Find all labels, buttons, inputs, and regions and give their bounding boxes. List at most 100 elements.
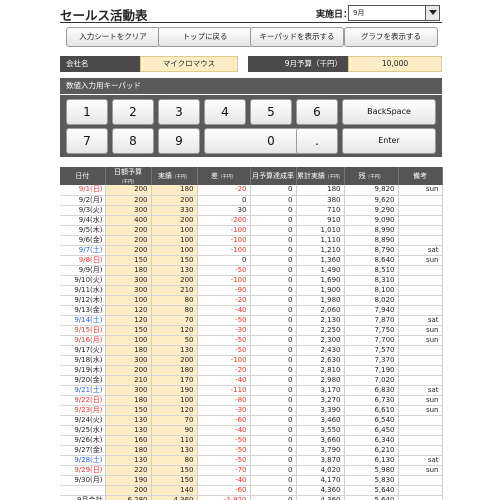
table-cell: 8,890 xyxy=(344,235,399,246)
table-cell[interactable]: 100 xyxy=(151,225,198,236)
month-select[interactable]: 9月 xyxy=(348,5,440,21)
table-cell[interactable]: 120 xyxy=(105,305,152,316)
table-cell[interactable]: 200 xyxy=(105,485,152,496)
table-cell: 9/18(水) xyxy=(60,355,106,366)
back-to-top-button[interactable]: トップに戻る xyxy=(158,27,252,47)
backspace-key[interactable]: BackSpace xyxy=(342,99,436,125)
table-cell[interactable]: 200 xyxy=(105,365,152,376)
table-cell[interactable]: 200 xyxy=(151,215,198,226)
table-cell[interactable]: 180 xyxy=(151,185,198,196)
table-cell[interactable]: 180 xyxy=(105,395,152,406)
table-cell[interactable]: 210 xyxy=(151,285,198,296)
table-cell[interactable]: 170 xyxy=(151,375,198,386)
table-cell[interactable]: 210 xyxy=(105,375,152,386)
table-cell[interactable]: 110 xyxy=(151,435,198,446)
table-cell[interactable]: 180 xyxy=(105,345,152,356)
table-cell: 0 xyxy=(250,285,297,296)
table-cell[interactable]: 100 xyxy=(151,245,198,256)
table-cell[interactable]: 200 xyxy=(151,355,198,366)
table-cell[interactable]: 200 xyxy=(151,195,198,206)
table-cell[interactable]: 100 xyxy=(105,335,152,346)
table-cell[interactable]: 6,280 xyxy=(105,494,152,500)
table-cell: 8,510 xyxy=(344,265,399,276)
table-cell[interactable]: 190 xyxy=(151,385,198,396)
table-row: 9/4(水) 400 200 -200 0 910 9,090 xyxy=(60,215,443,226)
clear-input-sheet-button[interactable]: 入力シートをクリア xyxy=(66,27,160,47)
table-cell[interactable]: 150 xyxy=(105,325,152,336)
table-cell[interactable]: 200 xyxy=(105,225,152,236)
table-cell[interactable]: 160 xyxy=(105,435,152,446)
table-cell[interactable]: 300 xyxy=(105,385,152,396)
table-cell[interactable]: 300 xyxy=(105,205,152,216)
show-keypad-button[interactable]: キーパッドを表示する xyxy=(250,27,344,47)
key-5[interactable]: 5 xyxy=(250,99,292,125)
table-cell[interactable]: 4,360 xyxy=(151,494,198,500)
table-cell[interactable]: 130 xyxy=(151,445,198,456)
table-cell[interactable]: 150 xyxy=(151,255,198,266)
table-cell[interactable]: 130 xyxy=(151,345,198,356)
table-cell[interactable]: 150 xyxy=(151,475,198,486)
table-cell: 6,130 xyxy=(344,455,399,466)
table-cell[interactable]: 120 xyxy=(151,405,198,416)
company-field[interactable]: マイクロマウス xyxy=(140,56,238,72)
table-cell[interactable]: 50 xyxy=(151,335,198,346)
budget-field[interactable]: 10,000 xyxy=(348,56,442,72)
table-cell[interactable]: 300 xyxy=(105,275,152,286)
table-cell[interactable]: 300 xyxy=(105,355,152,366)
table-cell: 0 xyxy=(250,475,297,486)
table-cell[interactable]: 100 xyxy=(151,235,198,246)
table-cell[interactable]: 130 xyxy=(105,425,152,436)
key-6[interactable]: 6 xyxy=(296,99,338,125)
table-cell[interactable]: 150 xyxy=(151,465,198,476)
table-cell[interactable]: 130 xyxy=(151,265,198,276)
table-cell[interactable]: 200 xyxy=(105,185,152,196)
table-cell[interactable]: 120 xyxy=(105,315,152,326)
table-cell[interactable]: 400 xyxy=(105,215,152,226)
table-cell[interactable]: 100 xyxy=(105,295,152,306)
table-cell[interactable]: 200 xyxy=(105,245,152,256)
key-7[interactable]: 7 xyxy=(66,128,108,154)
table-row: 9/15(日) 150 120 -30 0 2,250 7,750 sun xyxy=(60,325,443,336)
table-cell[interactable]: 80 xyxy=(151,295,198,306)
table-cell: 1,900 xyxy=(296,285,345,296)
table-cell[interactable]: 100 xyxy=(151,395,198,406)
table-cell[interactable]: 180 xyxy=(151,365,198,376)
key-decimal[interactable]: . xyxy=(296,128,338,154)
table-cell[interactable]: 200 xyxy=(105,235,152,246)
table-cell[interactable]: 190 xyxy=(105,475,152,486)
table-cell[interactable]: 180 xyxy=(105,445,152,456)
table-cell: 0 xyxy=(250,415,297,426)
table-cell[interactable]: 180 xyxy=(105,265,152,276)
key-1[interactable]: 1 xyxy=(66,99,108,125)
show-graph-button[interactable]: グラフを表示する xyxy=(344,27,438,47)
table-cell[interactable]: 300 xyxy=(105,285,152,296)
table-cell[interactable]: 70 xyxy=(151,415,198,426)
table-cell[interactable]: 140 xyxy=(151,485,198,496)
table-cell[interactable]: 90 xyxy=(151,425,198,436)
table-cell[interactable]: 130 xyxy=(105,455,152,466)
table-cell: sun xyxy=(398,465,443,476)
table-cell[interactable]: 200 xyxy=(151,275,198,286)
chevron-down-icon[interactable] xyxy=(425,6,439,20)
table-cell: 0 xyxy=(250,365,297,376)
table-row: 9/7(土) 200 100 -100 0 1,210 8,790 sat xyxy=(60,245,443,256)
enter-key[interactable]: Enter xyxy=(342,128,436,154)
table-cell: 1,490 xyxy=(296,265,345,276)
key-8[interactable]: 8 xyxy=(112,128,154,154)
table-cell[interactable]: 330 xyxy=(151,205,198,216)
table-cell[interactable]: 150 xyxy=(105,255,152,266)
key-2[interactable]: 2 xyxy=(112,99,154,125)
key-9[interactable]: 9 xyxy=(158,128,200,154)
table-cell[interactable]: 70 xyxy=(151,315,198,326)
key-4[interactable]: 4 xyxy=(204,99,246,125)
table-cell[interactable]: 120 xyxy=(151,325,198,336)
table-cell: -1,920 xyxy=(197,494,251,500)
table-cell[interactable]: 130 xyxy=(105,415,152,426)
table-cell: 0 xyxy=(250,445,297,456)
table-cell[interactable]: 80 xyxy=(151,305,198,316)
table-cell[interactable]: 80 xyxy=(151,455,198,466)
table-cell[interactable]: 220 xyxy=(105,465,152,476)
key-3[interactable]: 3 xyxy=(158,99,200,125)
table-cell[interactable]: 150 xyxy=(105,405,152,416)
table-cell[interactable]: 200 xyxy=(105,195,152,206)
